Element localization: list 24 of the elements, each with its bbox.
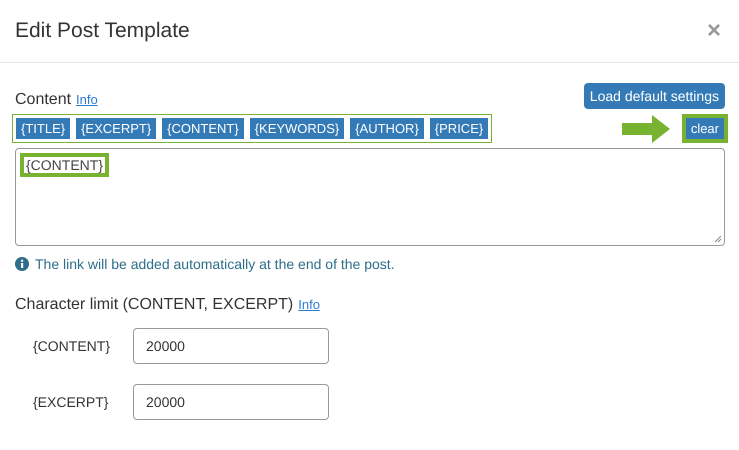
section-label: Content bbox=[15, 91, 72, 109]
info-link[interactable]: Info bbox=[76, 92, 98, 107]
info-icon bbox=[15, 257, 29, 271]
field-label: {EXCERPT} bbox=[32, 394, 110, 410]
arrow-icon bbox=[622, 114, 670, 142]
dialog-title: Edit Post Template bbox=[15, 19, 190, 43]
clear-button[interactable]: clear bbox=[686, 118, 724, 139]
tag-button[interactable]: {AUTHOR} bbox=[350, 118, 424, 139]
load-defaults-button[interactable]: Load default settings bbox=[584, 83, 725, 109]
close-button[interactable]: × bbox=[702, 17, 725, 45]
tag-button[interactable]: {KEYWORDS} bbox=[250, 118, 344, 139]
field-value: {CONTENT} bbox=[20, 153, 110, 177]
info-link[interactable]: Info bbox=[298, 297, 320, 312]
tag-button[interactable]: {PRICE} bbox=[430, 118, 488, 139]
tag-button[interactable]: {EXCERPT} bbox=[76, 118, 156, 139]
field-label: {CONTENT} bbox=[32, 338, 112, 354]
input-field[interactable]: 20000 bbox=[133, 384, 329, 420]
content-field[interactable]: {CONTENT} bbox=[15, 148, 725, 246]
section-label: Character limit (CONTENT, EXCERPT) bbox=[15, 296, 294, 314]
resize-handle-icon[interactable] bbox=[714, 235, 722, 243]
input-field[interactable]: 20000 bbox=[133, 328, 329, 364]
tag-button[interactable]: {CONTENT} bbox=[162, 118, 244, 139]
tag-button[interactable]: {TITLE} bbox=[16, 118, 70, 139]
help-text: The link will be added automatically at the end of the post. bbox=[35, 256, 395, 272]
